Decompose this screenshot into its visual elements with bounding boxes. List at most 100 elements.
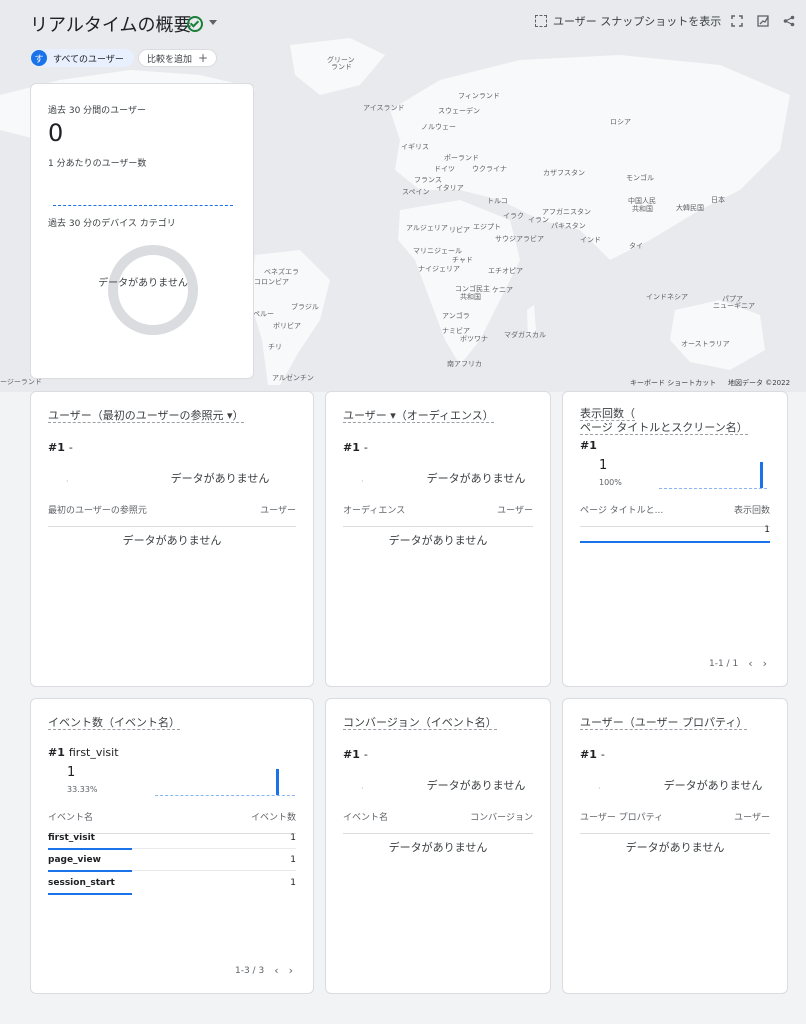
- no-data-table: データがありません: [122, 534, 222, 547]
- map-label: インドネシア: [646, 293, 688, 301]
- top-percent: 100%: [599, 478, 622, 487]
- keyboard-shortcuts-link[interactable]: キーボード ショートカット: [630, 378, 716, 388]
- map-label: カザフスタン: [543, 169, 585, 177]
- map-label: アルゼンチン: [272, 374, 314, 382]
- fullscreen-icon[interactable]: [731, 15, 743, 27]
- table-header: ユーザー プロパティ ユーザー: [580, 810, 770, 834]
- map-label: アイスランド: [363, 104, 405, 112]
- events-card: イベント数（イベント名） #1 first_visit 1 33.33% イベント…: [30, 698, 314, 994]
- map-label: イラク: [503, 212, 524, 220]
- card-title[interactable]: ユーザー（最初のユーザーの参照元 ▾）: [48, 409, 244, 423]
- map-label: チリ: [268, 343, 282, 351]
- table-header: イベント名 イベント数: [48, 810, 296, 834]
- map-label: ベネズエラ: [264, 268, 299, 276]
- map-label: モンゴル: [626, 174, 654, 182]
- card-title[interactable]: ユーザー ▾（オーディエンス）: [343, 409, 494, 423]
- map-label: イギリス: [401, 143, 429, 151]
- map-label: マダガスカル: [504, 331, 546, 339]
- all-users-label: すべてのユーザー: [53, 54, 124, 65]
- page-title: リアルタイムの概要: [30, 15, 192, 36]
- insights-icon[interactable]: [757, 15, 769, 27]
- table-header: イベント名 コンバージョン: [343, 810, 533, 834]
- map-label: リビア: [449, 226, 470, 234]
- map-label: マリ: [413, 247, 427, 255]
- map-label: ロシア: [610, 118, 631, 126]
- page-header: リアルタイムの概要 ユーザー スナップショットを表示: [0, 0, 806, 42]
- map-label: ドイツ: [434, 165, 455, 173]
- page-views-card: 表示回数（ ページ タイトルとスクリーン名） #1 1 100% ページ タイト…: [562, 391, 788, 687]
- pagination: 1-3 / 3 ‹ ›: [235, 964, 293, 977]
- device-category-label: 過去 30 分のデバイス カテゴリ: [48, 219, 176, 229]
- map-label: アフガニスタン: [542, 208, 591, 216]
- rank-label: #1-: [48, 441, 73, 454]
- sparkline-bar: [760, 462, 763, 488]
- device-no-data: データがありません: [98, 278, 188, 289]
- add-comparison-button[interactable]: 比較を追加 +: [138, 49, 218, 67]
- top-value: 1: [599, 458, 608, 473]
- map-label: 共和国: [632, 205, 653, 213]
- conversions-card: コンバージョン（イベント名） #1- · データがありません イベント名 コンバー…: [325, 698, 551, 994]
- map-label: オーストラリア: [681, 340, 730, 348]
- map-label: ペルー: [253, 310, 274, 318]
- map-label: ブラジル: [291, 303, 319, 311]
- rank-label: #1-: [580, 748, 605, 761]
- realtime-users-card: 過去 30 分間のユーザー 0 1 分あたりのユーザー数 過去 30 分のデバイ…: [30, 83, 254, 379]
- title-dropdown-chevron-icon[interactable]: [209, 20, 217, 25]
- map-label: イタリア: [436, 184, 464, 192]
- map-label: ノルウェー: [421, 123, 456, 131]
- table-row[interactable]: 1: [580, 525, 770, 543]
- map-label: エチオピア: [488, 267, 523, 275]
- rank-label: #1: [580, 439, 597, 452]
- map-data-attribution: 地図データ ©2022: [728, 379, 791, 387]
- users-30min-label: 過去 30 分間のユーザー: [48, 106, 146, 116]
- no-data-top: データがありません: [170, 472, 270, 485]
- prev-page-icon[interactable]: ‹: [748, 657, 752, 670]
- map-label: ボリビア: [273, 322, 301, 330]
- table-row[interactable]: page_view 1: [48, 855, 296, 872]
- user-snapshot-label: ユーザー スナップショットを表示: [553, 15, 722, 28]
- map-label: サウジアラビア: [495, 235, 544, 243]
- all-users-chip[interactable]: す すべてのユーザー: [30, 49, 134, 67]
- map-label: ニューギニア: [713, 302, 755, 310]
- rank-label: #1-: [343, 441, 368, 454]
- first-source-card: ユーザー（最初のユーザーの参照元 ▾） #1- · データがありません 最初のユ…: [30, 391, 314, 687]
- pagination: 1-1 / 1 ‹ ›: [709, 657, 767, 670]
- table-row[interactable]: first_visit 1: [48, 833, 296, 850]
- map-label: スペイン: [402, 188, 430, 196]
- rank-label: #1-: [343, 748, 368, 761]
- map-label: コロンビア: [254, 278, 289, 286]
- no-data-top: データがありません: [663, 779, 763, 792]
- map-label: アンゴラ: [442, 312, 470, 320]
- map-label: インド: [580, 236, 601, 244]
- table-header: ページ タイトルと... 表示回数: [580, 503, 770, 527]
- map-label: フィンランド: [458, 92, 500, 100]
- map-label: エジプト: [473, 223, 501, 231]
- map-label: ケニア: [492, 286, 513, 294]
- card-title[interactable]: イベント数（イベント名）: [48, 716, 180, 730]
- map-label: パキスタン: [551, 222, 586, 230]
- user-snapshot-button[interactable]: ユーザー スナップショットを表示: [535, 13, 721, 29]
- table-row[interactable]: session_start 1: [48, 878, 296, 895]
- card-title[interactable]: 表示回数（ ページ タイトルとスクリーン名）: [580, 407, 748, 435]
- map-label: イラン: [528, 216, 549, 224]
- card-title[interactable]: ユーザー（ユーザー プロパティ）: [580, 716, 748, 730]
- prev-page-icon[interactable]: ‹: [274, 964, 278, 977]
- map-label: アルジェリア: [406, 224, 448, 232]
- map-label: スウェーデン: [438, 107, 480, 115]
- no-data-top: データがありません: [426, 779, 526, 792]
- map-label: 日本: [711, 196, 725, 204]
- table-header: 最初のユーザーの参照元 ユーザー: [48, 503, 296, 527]
- plus-icon: +: [198, 51, 209, 65]
- next-page-icon[interactable]: ›: [763, 657, 767, 670]
- next-page-icon[interactable]: ›: [289, 964, 293, 977]
- card-title[interactable]: コンバージョン（イベント名）: [343, 716, 497, 730]
- user-chip-avatar: す: [31, 50, 47, 66]
- share-icon[interactable]: [783, 15, 795, 27]
- sparkline-bar: [276, 769, 279, 795]
- no-data-top: データがありません: [426, 472, 526, 485]
- no-data-table: データがありません: [388, 841, 488, 854]
- map-label: 南アフリカ: [447, 360, 482, 368]
- map-label: ポーランド: [444, 154, 479, 162]
- events-sparkline: [155, 795, 295, 796]
- audience-card: ユーザー ▾（オーディエンス） #1- · データがありません オーディエンスユ…: [325, 391, 551, 687]
